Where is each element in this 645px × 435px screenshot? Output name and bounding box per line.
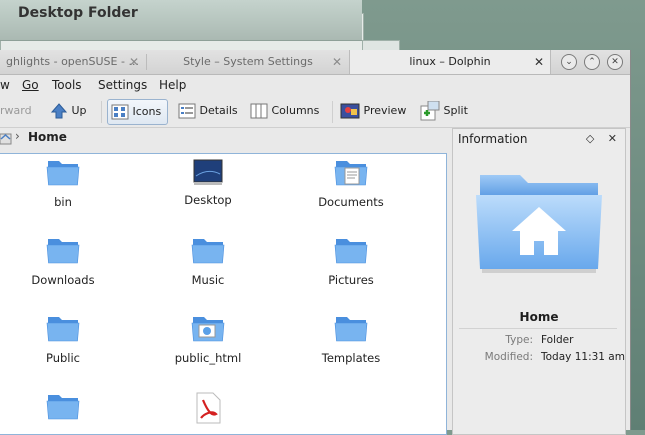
split-button[interactable]: Split	[420, 99, 468, 123]
tab-opensuse-highlights[interactable]: ghlights - openSUSE - ... ✕	[0, 50, 145, 74]
menu-help[interactable]: Help	[159, 78, 186, 92]
folder-icon	[191, 239, 225, 269]
details-view-button[interactable]: Details	[178, 99, 238, 123]
forward-button[interactable]: rward	[0, 99, 32, 123]
file-item[interactable]: Templates	[291, 314, 411, 365]
file-item[interactable]: Pictures	[291, 236, 411, 287]
preview-label: Preview	[363, 104, 407, 117]
documents-folder-icon	[334, 161, 368, 191]
close-panel-icon[interactable]: ✕	[608, 132, 617, 145]
file-item[interactable]: Downloads	[3, 236, 123, 287]
icons-label: Icons	[132, 105, 162, 118]
up-button[interactable]: Up	[50, 99, 87, 123]
file-item[interactable]	[3, 392, 123, 429]
info-type-value: Folder	[541, 334, 574, 346]
file-item[interactable]	[148, 392, 268, 431]
toolbar: rward Up Icons Details Columns Preview S…	[0, 97, 630, 128]
menu-bar: w Go Tools Settings Help	[0, 75, 630, 97]
desktop-folder-icon	[192, 159, 224, 189]
file-name: Music	[191, 273, 225, 287]
file-name: Desktop	[184, 193, 232, 207]
home-crumb-icon[interactable]	[0, 131, 12, 145]
tab-label: linux – Dolphin	[409, 55, 491, 68]
forward-label: rward	[0, 104, 32, 117]
pdf-file-icon	[194, 392, 222, 427]
tab-style-system-settings[interactable]: Style – System Settings ✕	[148, 50, 348, 74]
information-panel: Information ◇ ✕ Home Type: Folder Modifi…	[452, 128, 626, 435]
folder-icon	[334, 317, 368, 347]
file-item[interactable]: public_html	[148, 314, 268, 365]
file-item[interactable]: bin	[3, 158, 123, 209]
breadcrumb: › Home	[0, 128, 450, 148]
details-view-icon	[178, 103, 196, 119]
folder-icon	[46, 317, 80, 347]
info-item-name: Home	[519, 310, 559, 324]
file-name: bin	[54, 195, 72, 209]
close-tab-icon[interactable]: ✕	[534, 50, 544, 74]
file-item[interactable]: Music	[148, 236, 268, 287]
home-folder-preview-icon	[476, 175, 602, 273]
tab-dolphin[interactable]: linux – Dolphin ✕	[349, 50, 551, 74]
info-type-label: Type:	[505, 334, 533, 346]
info-modified-value: Today 11:31 am	[541, 351, 625, 363]
breadcrumb-current[interactable]: Home	[28, 130, 67, 144]
menu-view[interactable]: w	[0, 78, 10, 92]
minimize-button[interactable]: ⌃	[584, 54, 600, 70]
file-name: Pictures	[328, 273, 374, 287]
tab-label: ghlights - openSUSE - ...	[6, 55, 139, 68]
columns-view-icon	[250, 103, 268, 119]
folder-icon	[46, 161, 80, 191]
dolphin-window: ghlights - openSUSE - ... ✕ Style – Syst…	[0, 50, 631, 435]
details-label: Details	[199, 104, 238, 117]
folder-icon	[46, 239, 80, 269]
close-window-button[interactable]: ✕	[607, 54, 623, 70]
file-name: Templates	[321, 351, 381, 365]
up-arrow-icon	[50, 103, 68, 119]
menu-go[interactable]: Go	[22, 78, 39, 92]
file-name: Documents	[318, 195, 384, 209]
desktop-folder-title: Desktop Folder	[18, 5, 138, 21]
float-panel-icon[interactable]: ◇	[586, 132, 594, 145]
info-modified-label: Modified:	[484, 351, 533, 363]
menu-tools[interactable]: Tools	[52, 78, 82, 92]
window-menu-button[interactable]: ⌄	[561, 54, 577, 70]
columns-label: Columns	[271, 104, 320, 117]
preview-button[interactable]: Preview	[340, 99, 406, 123]
file-item[interactable]: Desktop	[148, 158, 268, 207]
folder-icon	[46, 395, 80, 425]
file-view[interactable]: bin Desktop Documents Downloads Music Picture…	[0, 153, 447, 435]
panel-controls: ◇ ✕	[586, 132, 617, 145]
tab-label: Style – System Settings	[183, 55, 313, 68]
split-label: Split	[443, 104, 468, 117]
desktop-folder-titlebar: Desktop Folder	[0, 0, 362, 41]
html-folder-icon	[191, 317, 225, 347]
close-tab-icon[interactable]: ✕	[129, 50, 139, 74]
file-item[interactable]: Public	[3, 314, 123, 365]
file-name: public_html	[174, 351, 242, 365]
columns-view-button[interactable]: Columns	[250, 99, 319, 123]
split-icon	[420, 101, 440, 121]
file-item[interactable]: Documents	[291, 158, 411, 209]
chevron-right-icon: ›	[15, 129, 20, 143]
close-tab-icon[interactable]: ✕	[332, 50, 342, 74]
preview-icon	[340, 103, 360, 119]
icons-view-button[interactable]: Icons	[107, 99, 169, 125]
icons-view-icon	[111, 104, 129, 120]
folder-icon	[334, 239, 368, 269]
menu-settings[interactable]: Settings	[98, 78, 147, 92]
up-label: Up	[71, 104, 87, 117]
file-name: Public	[45, 351, 81, 365]
information-panel-title: Information	[458, 132, 528, 146]
file-name: Downloads	[31, 273, 95, 287]
title-bar: ghlights - openSUSE - ... ✕ Style – Syst…	[0, 50, 630, 75]
divider	[459, 328, 617, 329]
